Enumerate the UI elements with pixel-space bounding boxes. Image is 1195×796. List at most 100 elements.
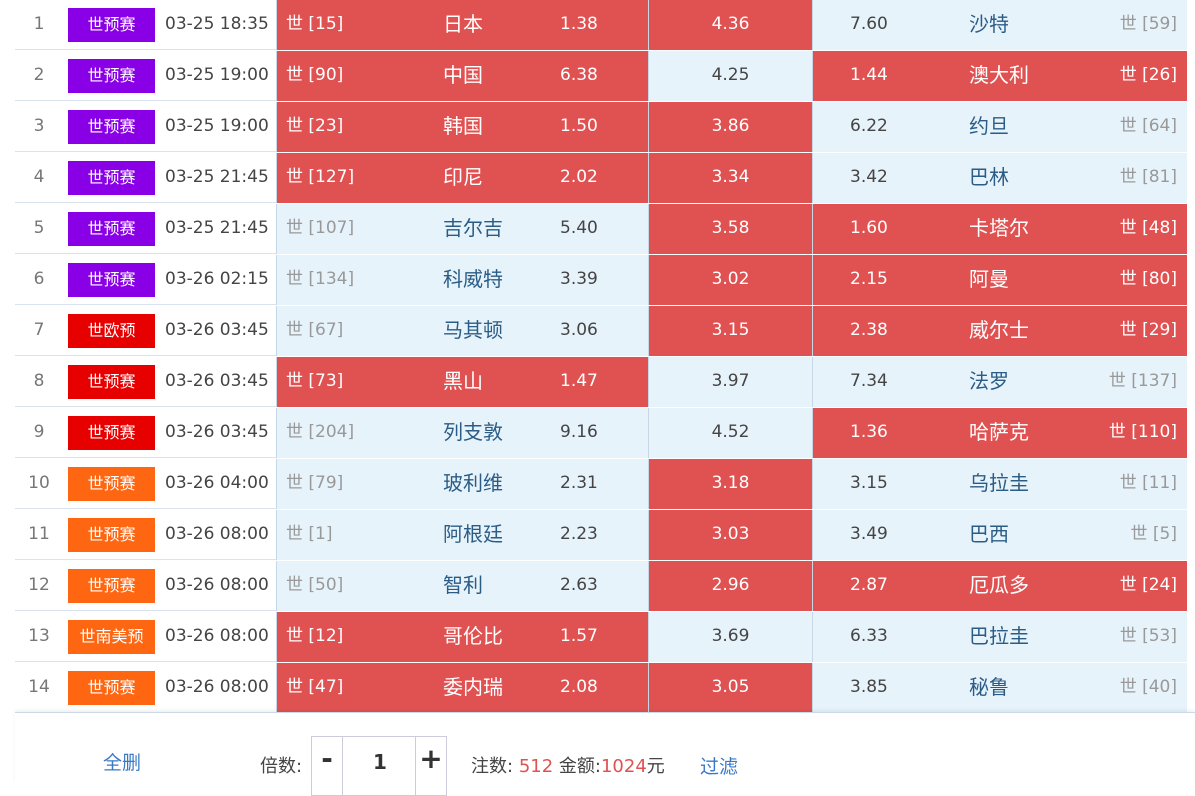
home-odds: 9.16	[560, 422, 598, 442]
away-win-option[interactable]: 7.60 沙特 世 [59]	[813, 0, 1187, 50]
home-win-option[interactable]: 世 [204] 列支敦 9.16	[276, 408, 649, 458]
home-rank: 世 [204]	[286, 422, 355, 442]
away-win-option[interactable]: 6.22 约旦 世 [64]	[813, 102, 1187, 152]
draw-option[interactable]: 3.58	[649, 204, 813, 254]
match-row: 11 世预赛 03-26 08:00 世 [1] 阿根廷 2.23 3.03 3.49 巴西 世 …	[15, 510, 1187, 560]
home-odds: 2.02	[560, 167, 598, 187]
away-win-option[interactable]: 3.85 秘鲁 世 [40]	[813, 663, 1187, 713]
draw-option[interactable]: 2.96	[649, 561, 813, 611]
match-row: 8 世预赛 03-26 03:45 世 [73] 黑山 1.47 3.97 7.34 法罗 世 […	[15, 357, 1187, 407]
home-win-option[interactable]: 世 [90] 中国 6.38	[276, 51, 649, 101]
league-badge[interactable]: 世预赛	[68, 8, 155, 42]
league-badge[interactable]: 世预赛	[68, 212, 155, 246]
home-win-option[interactable]: 世 [67] 马其顿 3.06	[276, 306, 649, 356]
draw-option[interactable]: 4.25	[649, 51, 813, 101]
increase-button[interactable]: +	[415, 736, 447, 796]
match-number: 13	[28, 626, 50, 646]
away-odds: 1.36	[850, 422, 888, 442]
multiplier-input[interactable]: 1	[343, 736, 417, 796]
draw-option[interactable]: 3.97	[649, 357, 813, 407]
match-row: 1 世预赛 03-25 18:35 世 [15] 日本 1.38 4.36 7.60 沙特 世 […	[15, 0, 1187, 50]
home-rank: 世 [50]	[286, 575, 344, 595]
away-rank: 世 [53]	[1119, 626, 1177, 646]
draw-option[interactable]: 3.86	[649, 102, 813, 152]
away-rank: 世 [40]	[1119, 677, 1177, 697]
match-number: 9	[33, 422, 45, 442]
match-row: 2 世预赛 03-25 19:00 世 [90] 中国 6.38 4.25 1.44 澳大利 世 …	[15, 51, 1187, 101]
away-win-option[interactable]: 2.87 厄瓜多 世 [24]	[813, 561, 1187, 611]
league-badge[interactable]: 世欧预	[68, 314, 155, 348]
home-win-option[interactable]: 世 [23] 韩国 1.50	[276, 102, 649, 152]
match-number: 4	[33, 167, 45, 187]
draw-option[interactable]: 3.34	[649, 153, 813, 203]
match-number: 6	[33, 269, 45, 289]
amount-value: 1024	[600, 756, 647, 777]
home-win-option[interactable]: 世 [134] 科威特 3.39	[276, 255, 649, 305]
league-badge[interactable]: 世预赛	[68, 365, 155, 399]
home-rank: 世 [90]	[286, 65, 344, 85]
home-team: 吉尔吉	[443, 216, 503, 240]
match-number: 5	[33, 218, 45, 238]
match-time: 03-26 04:00	[165, 473, 269, 493]
home-rank: 世 [47]	[286, 677, 344, 697]
league-badge[interactable]: 世预赛	[68, 671, 155, 705]
away-win-option[interactable]: 2.15 阿曼 世 [80]	[813, 255, 1187, 305]
away-team: 法罗	[969, 369, 1009, 393]
multiplier-label: 倍数:	[260, 756, 303, 777]
filter-button[interactable]: 过滤	[700, 752, 738, 779]
league-badge[interactable]: 世预赛	[68, 416, 155, 450]
league-badge[interactable]: 世预赛	[68, 59, 155, 93]
away-win-option[interactable]: 1.60 卡塔尔 世 [48]	[813, 204, 1187, 254]
away-team: 厄瓜多	[969, 573, 1029, 597]
home-win-option[interactable]: 世 [107] 吉尔吉 5.40	[276, 204, 649, 254]
home-odds: 3.06	[560, 320, 598, 340]
away-rank: 世 [26]	[1119, 65, 1177, 85]
home-odds: 2.23	[560, 524, 598, 544]
match-time: 03-25 18:35	[165, 14, 269, 34]
home-win-option[interactable]: 世 [50] 智利 2.63	[276, 561, 649, 611]
league-badge[interactable]: 世南美预	[68, 620, 155, 654]
home-odds: 2.31	[560, 473, 598, 493]
clear-all-button[interactable]: 全删	[103, 748, 141, 775]
away-win-option[interactable]: 3.49 巴西 世 [5]	[813, 510, 1187, 560]
home-win-option[interactable]: 世 [79] 玻利维 2.31	[276, 459, 649, 509]
away-win-option[interactable]: 3.42 巴林 世 [81]	[813, 153, 1187, 203]
match-time: 03-26 03:45	[165, 320, 269, 340]
draw-option[interactable]: 4.36	[649, 0, 813, 50]
decrease-button[interactable]: -	[311, 736, 343, 796]
away-win-option[interactable]: 1.44 澳大利 世 [26]	[813, 51, 1187, 101]
home-odds: 2.08	[560, 677, 598, 697]
away-win-option[interactable]: 3.15 乌拉圭 世 [11]	[813, 459, 1187, 509]
home-win-option[interactable]: 世 [15] 日本 1.38	[276, 0, 649, 50]
home-odds: 1.57	[560, 626, 598, 646]
away-win-option[interactable]: 6.33 巴拉圭 世 [53]	[813, 612, 1187, 662]
league-badge[interactable]: 世预赛	[68, 263, 155, 297]
draw-option[interactable]: 3.18	[649, 459, 813, 509]
home-win-option[interactable]: 世 [47] 委内瑞 2.08	[276, 663, 649, 713]
draw-option[interactable]: 3.03	[649, 510, 813, 560]
league-badge[interactable]: 世预赛	[68, 161, 155, 195]
away-odds: 6.22	[850, 116, 888, 136]
home-win-option[interactable]: 世 [12] 哥伦比 1.57	[276, 612, 649, 662]
match-time: 03-26 08:00	[165, 575, 269, 595]
draw-option[interactable]: 3.02	[649, 255, 813, 305]
home-rank: 世 [67]	[286, 320, 344, 340]
draw-option[interactable]: 3.15	[649, 306, 813, 356]
away-win-option[interactable]: 2.38 威尔士 世 [29]	[813, 306, 1187, 356]
home-team: 委内瑞	[443, 675, 503, 699]
home-win-option[interactable]: 世 [73] 黑山 1.47	[276, 357, 649, 407]
home-win-option[interactable]: 世 [127] 印尼 2.02	[276, 153, 649, 203]
draw-option[interactable]: 3.69	[649, 612, 813, 662]
away-win-option[interactable]: 1.36 哈萨克 世 [110]	[813, 408, 1187, 458]
league-badge[interactable]: 世预赛	[68, 518, 155, 552]
draw-option[interactable]: 3.05	[649, 663, 813, 713]
home-win-option[interactable]: 世 [1] 阿根廷 2.23	[276, 510, 649, 560]
away-win-option[interactable]: 7.34 法罗 世 [137]	[813, 357, 1187, 407]
league-badge[interactable]: 世预赛	[68, 467, 155, 501]
league-badge[interactable]: 世预赛	[68, 110, 155, 144]
home-team: 哥伦比	[443, 624, 503, 648]
home-rank: 世 [73]	[286, 371, 344, 391]
home-team: 韩国	[443, 114, 483, 138]
draw-option[interactable]: 4.52	[649, 408, 813, 458]
league-badge[interactable]: 世预赛	[68, 569, 155, 603]
